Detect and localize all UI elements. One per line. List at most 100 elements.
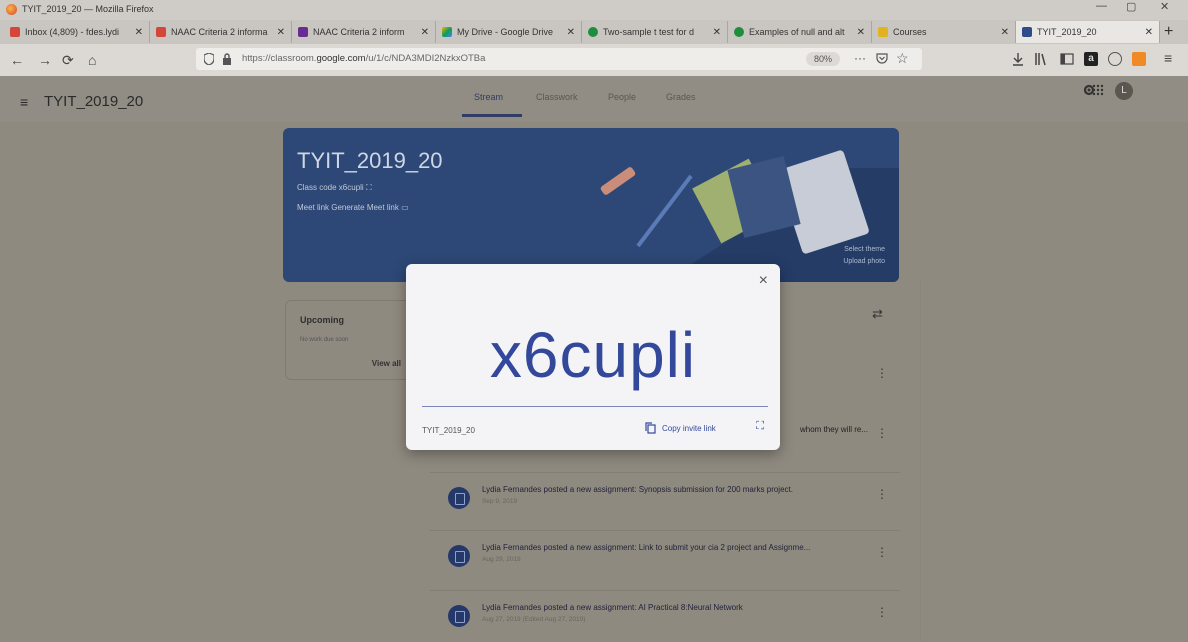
tab-classwork[interactable]: Classwork (536, 92, 578, 102)
fullscreen-icon[interactable]: ⛶ (756, 420, 764, 433)
bookmark-star-icon[interactable]: ☆ (896, 50, 909, 67)
tab-label: Courses (893, 27, 927, 37)
new-tab-button[interactable]: + (1164, 23, 1173, 41)
tab-naac-1[interactable]: NAAC Criteria 2 informa ✕ (150, 21, 292, 43)
close-icon[interactable]: × (759, 272, 768, 290)
pocket-icon[interactable] (876, 53, 888, 65)
divider (422, 406, 768, 407)
tab-bar: Inbox (4,809) - fdes.lydi ✕ NAAC Criteri… (0, 20, 1188, 44)
gmail-icon (156, 27, 166, 37)
tab-examples-null[interactable]: Examples of null and alt ✕ (728, 21, 872, 43)
active-tab-indicator (462, 114, 522, 117)
meet-link-text: Meet link Generate Meet link (297, 203, 399, 212)
drive-icon (442, 27, 452, 37)
minimize-button[interactable]: — (1096, 0, 1107, 12)
classroom-header: ≡ TYIT_2019_20 Stream Classwork People G… (0, 76, 1188, 122)
class-code-display: x6cupli (489, 319, 697, 391)
shield-icon (204, 53, 214, 65)
sidebar-icon[interactable] (1060, 52, 1074, 66)
upcoming-card: Upcoming No work due soon View all (285, 300, 410, 380)
classroom-icon (1022, 27, 1032, 37)
site-icon (734, 27, 744, 37)
upload-photo-link[interactable]: Upload photo (843, 256, 885, 268)
home-button[interactable]: ⌂ (88, 52, 96, 68)
tab-close-icon[interactable]: ✕ (135, 27, 143, 38)
tab-courses[interactable]: Courses ✕ (872, 21, 1016, 43)
stream-item-title: Lydia Fernandes posted a new assignment:… (482, 603, 743, 612)
stream-item-date: Sep 9, 2019 (482, 498, 518, 505)
upcoming-subtext: No work due soon (300, 337, 349, 343)
downloads-icon[interactable] (1012, 52, 1026, 66)
firefox-logo-icon (6, 4, 17, 15)
tab-close-icon[interactable]: ✕ (567, 27, 575, 38)
page-actions-button[interactable]: ··· (854, 51, 866, 65)
moodle-icon (878, 27, 888, 37)
assignment-icon (448, 605, 470, 627)
tab-two-sample[interactable]: Two-sample t test for d ✕ (582, 21, 728, 43)
url-text: https://classroom.google.com/u/1/c/NDA3M… (242, 53, 486, 64)
tab-close-icon[interactable]: ✕ (857, 27, 865, 38)
tab-close-icon[interactable]: ✕ (421, 27, 429, 38)
expand-code-icon[interactable]: ⛶ (366, 183, 372, 192)
window-close-button[interactable]: ✕ (1160, 0, 1169, 13)
stream-item-title: Lydia Fernandes posted a new assignment:… (482, 485, 793, 494)
tab-tyit-active[interactable]: TYIT_2019_20 ✕ (1016, 21, 1160, 43)
gmail-icon (10, 27, 20, 37)
stream-item[interactable]: Lydia Fernandes posted a new assignment:… (430, 472, 900, 519)
tab-label: NAAC Criteria 2 informa (171, 27, 268, 37)
amazon-extension-icon[interactable]: a (1084, 52, 1098, 66)
forms-icon (298, 27, 308, 37)
tab-label: Inbox (4,809) - fdes.lydi (25, 27, 120, 37)
main-menu-icon[interactable]: ≡ (20, 94, 28, 110)
tab-close-icon[interactable]: ✕ (277, 27, 285, 38)
account-extension-icon[interactable] (1108, 52, 1122, 66)
tab-naac-2[interactable]: NAAC Criteria 2 inform ✕ (292, 21, 436, 43)
select-theme-link[interactable]: Select theme (843, 244, 885, 256)
copy-invite-link-button[interactable]: Copy invite link (645, 422, 716, 434)
tab-close-icon[interactable]: ✕ (1001, 27, 1009, 38)
more-options-icon[interactable]: ⋮ (876, 605, 888, 619)
banner-class-code[interactable]: Class code x6cupli ⛶ (297, 183, 372, 193)
url-bar[interactable]: https://classroom.google.com/u/1/c/NDA3M… (196, 48, 922, 70)
class-name: TYIT_2019_20 (44, 93, 144, 110)
extension-icon[interactable] (1132, 52, 1146, 66)
copy-icon (645, 422, 656, 434)
tab-label: NAAC Criteria 2 inform (313, 27, 405, 37)
window-titlebar: TYIT_2019_20 — Mozilla Firefox — ▢ ✕ (0, 0, 1188, 20)
apps-grid-icon[interactable] (1092, 83, 1104, 101)
site-icon (588, 27, 598, 37)
tab-label: My Drive - Google Drive (457, 27, 554, 37)
menu-icon[interactable]: ≡ (1164, 50, 1172, 66)
tab-google-drive[interactable]: My Drive - Google Drive ✕ (436, 21, 582, 43)
tab-label: Examples of null and alt (749, 27, 845, 37)
tab-gmail-inbox[interactable]: Inbox (4,809) - fdes.lydi ✕ (4, 21, 150, 43)
tab-grades[interactable]: Grades (666, 92, 696, 102)
stream-item[interactable]: Lydia Fernandes posted a new assignment:… (430, 590, 900, 637)
navigation-bar: ← → ⟳ ⌂ https://classroom.google.com/u/1… (0, 44, 1188, 76)
zoom-level[interactable]: 80% (806, 52, 841, 66)
more-options-icon[interactable]: ⋮ (876, 366, 888, 380)
maximize-button[interactable]: ▢ (1126, 0, 1136, 13)
repost-icon[interactable]: ⇄ (872, 306, 883, 322)
tab-stream[interactable]: Stream (474, 92, 503, 102)
more-options-icon[interactable]: ⋮ (876, 545, 888, 559)
more-options-icon[interactable]: ⋮ (876, 426, 888, 440)
reload-button[interactable]: ⟳ (62, 52, 74, 69)
forward-button[interactable]: → (38, 52, 52, 68)
tab-close-icon[interactable]: ✕ (1145, 27, 1153, 38)
tab-close-icon[interactable]: ✕ (713, 27, 721, 38)
view-all-link[interactable]: View all (372, 359, 401, 368)
more-options-icon[interactable]: ⋮ (876, 487, 888, 501)
lock-icon (222, 53, 232, 65)
upcoming-heading: Upcoming (300, 315, 344, 325)
back-button[interactable]: ← (10, 52, 24, 68)
avatar[interactable]: L (1115, 82, 1133, 100)
assignment-icon (448, 487, 470, 509)
class-banner: TYIT_2019_20 Class code x6cupli ⛶ Meet l… (283, 128, 899, 282)
stream-item[interactable]: Lydia Fernandes posted a new assignment:… (430, 530, 900, 577)
stream-item-title: Lydia Fernandes posted a new assignment:… (482, 543, 811, 552)
dialog-class-name: TYIT_2019_20 (422, 426, 475, 435)
banner-meet-link[interactable]: Meet link Generate Meet link ▭ (297, 203, 409, 212)
tab-people[interactable]: People (608, 92, 636, 102)
library-icon[interactable] (1034, 52, 1048, 66)
